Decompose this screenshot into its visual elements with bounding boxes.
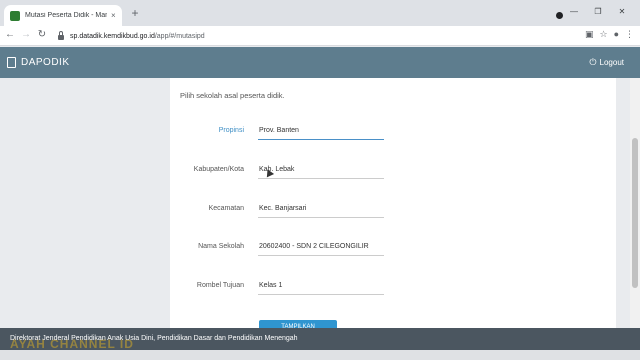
rombel-label: Rombel Tujuan — [196, 282, 244, 289]
app-header: DAPODIK ⏻ Logout — [0, 47, 640, 78]
logout-button[interactable]: ⏻ Logout — [589, 57, 624, 68]
browser-toolbar: ← → ↻ sp.datadik.kemdikbud.go.id/app/#/m… — [0, 26, 640, 46]
power-icon: ⏻ — [589, 57, 597, 67]
favicon-icon — [10, 10, 20, 21]
reload-icon[interactable]: ↻ — [35, 29, 49, 40]
kecamatan-label: Kecamatan — [208, 205, 244, 212]
address-bar[interactable]: sp.datadik.kemdikbud.go.id/app/#/mutasip… — [52, 28, 582, 44]
kabupaten-select[interactable]: Kab. Lebak — [258, 163, 384, 179]
main-content: Pilih sekolah asal peserta didik. Propin… — [0, 78, 640, 330]
form-row-propinsi: Propinsi Prov. Banten — [170, 124, 616, 144]
form-row-rombel: Rombel Tujuan Kelas 1 — [170, 279, 616, 299]
scrollbar-thumb[interactable] — [632, 138, 638, 288]
url-path: /app/#/mutasipd — [154, 32, 205, 40]
maximize-button[interactable]: ❐ — [586, 7, 610, 16]
kabupaten-label: Kabupaten/Kota — [193, 166, 244, 173]
dapodik-logo-icon — [7, 57, 16, 68]
menu-kebab-icon[interactable]: ⋮ — [625, 29, 634, 40]
form-intro: Pilih sekolah asal peserta didik. — [180, 91, 285, 100]
app-footer: AYAH CHANNEL ID Direktorat Jenderal Pend… — [0, 328, 640, 351]
page-scrollbar[interactable] — [630, 78, 640, 328]
bookmark-star-icon[interactable]: ☆ — [599, 29, 607, 40]
profile-icon[interactable]: ● — [614, 29, 619, 40]
form-row-kecamatan: Kecamatan Kec. Banjarsari — [170, 202, 616, 222]
translate-icon[interactable]: ▣ — [585, 29, 594, 40]
form-row-sekolah: Nama Sekolah 20602400 - SDN 2 CILEGONGIL… — [170, 240, 616, 260]
toolbar-actions: ▣ ☆ ● ⋮ — [585, 29, 634, 40]
minimize-button[interactable]: — — [562, 7, 586, 16]
new-tab-button[interactable]: + — [128, 6, 142, 20]
tab-close-icon[interactable]: × — [111, 11, 116, 20]
form-row-kabupaten: Kabupaten/Kota Kab. Lebak — [170, 163, 616, 183]
url-host: sp.datadik.kemdikbud.go.id — [70, 32, 155, 40]
logout-label: Logout — [599, 58, 624, 67]
footer-text: Direktorat Jenderal Pendidikan Anak Usia… — [10, 335, 298, 342]
propinsi-label: Propinsi — [218, 127, 244, 134]
url-text: sp.datadik.kemdikbud.go.id/app/#/mutasip… — [70, 33, 205, 40]
sekolah-label: Nama Sekolah — [198, 243, 244, 250]
app-brand: DAPODIK — [21, 57, 70, 68]
kecamatan-select[interactable]: Kec. Banjarsari — [258, 202, 384, 218]
window-controls: — ❐ ✕ — [562, 7, 634, 16]
propinsi-select[interactable]: Prov. Banten — [258, 124, 384, 140]
tab-title: Mutasi Peserta Didik - Manajeme — [25, 12, 107, 19]
rombel-select[interactable]: Kelas 1 — [258, 279, 384, 295]
browser-tab[interactable]: Mutasi Peserta Didik - Manajeme × — [4, 5, 122, 26]
sekolah-select[interactable]: 20602400 - SDN 2 CILEGONGILIR — [258, 240, 384, 256]
lock-icon — [58, 31, 64, 40]
back-arrow-icon[interactable]: ← — [3, 29, 17, 40]
forward-arrow-icon[interactable]: → — [19, 29, 33, 40]
browser-tab-strip: Mutasi Peserta Didik - Manajeme × + — ❐ … — [0, 0, 640, 26]
close-window-button[interactable]: ✕ — [610, 7, 634, 16]
bottom-strip — [0, 350, 640, 360]
mutasi-form-card: Pilih sekolah asal peserta didik. Propin… — [170, 78, 616, 330]
